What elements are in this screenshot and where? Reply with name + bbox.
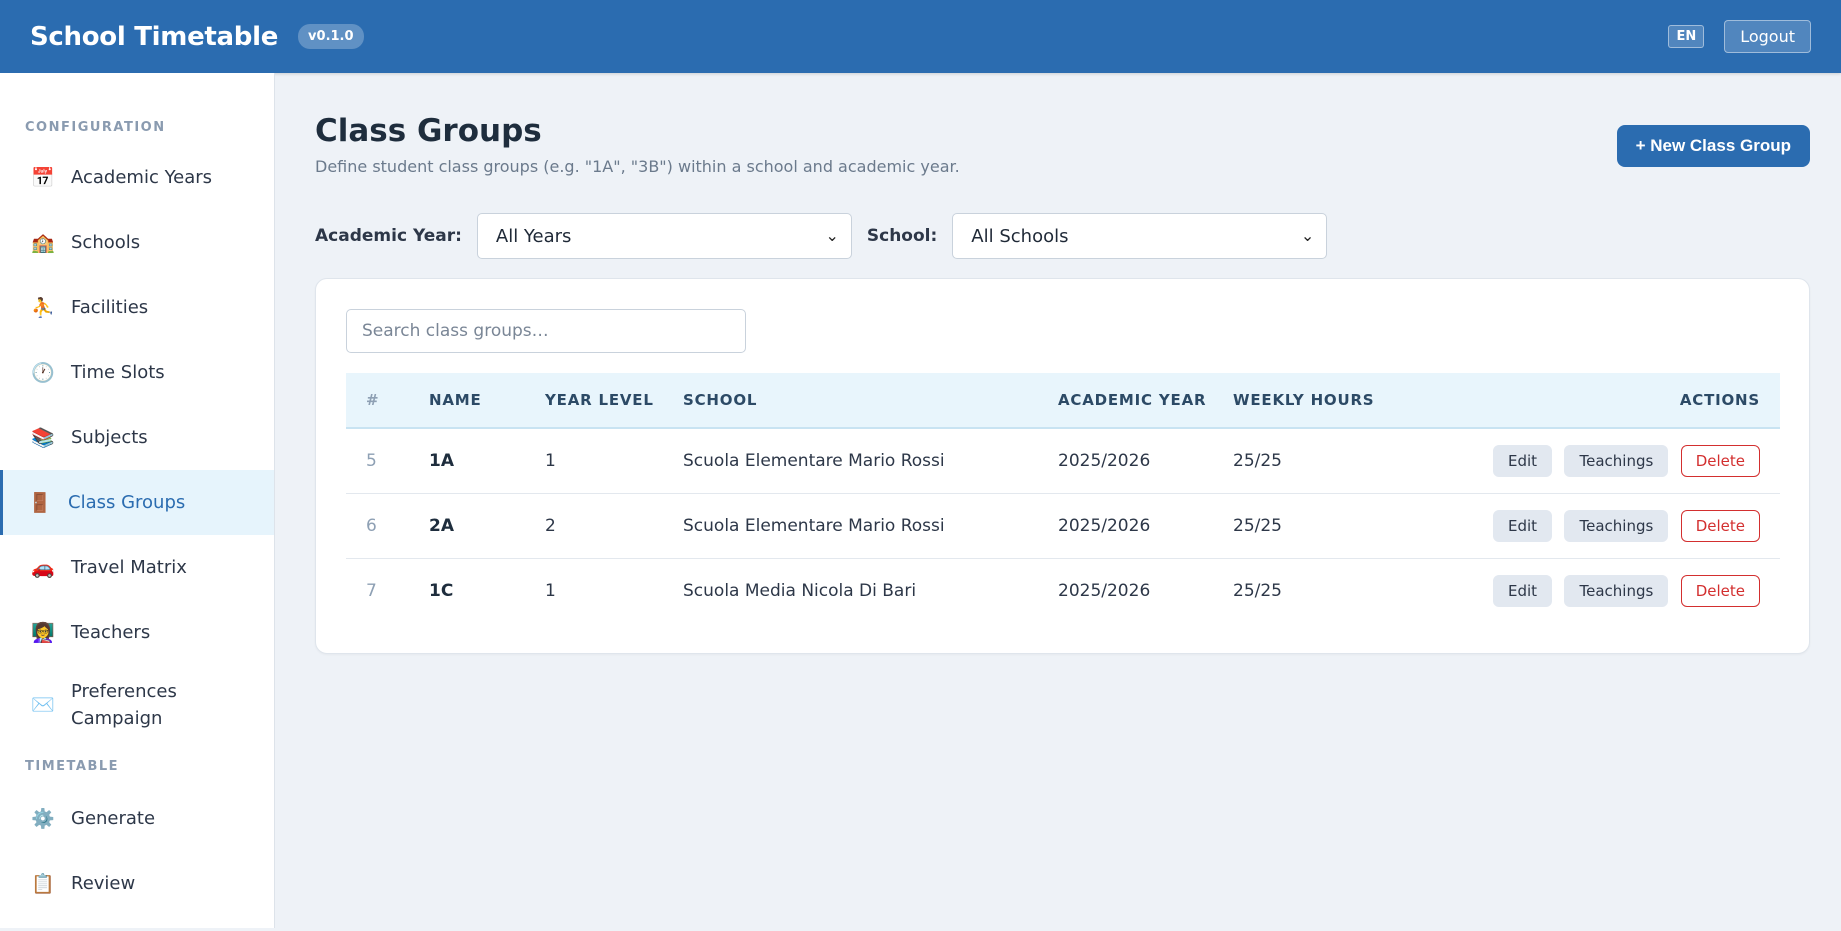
- school-icon: 🏫: [31, 232, 55, 254]
- row-actions: Edit Teachings Delete: [1433, 428, 1780, 494]
- column-header-actions: ACTIONS: [1679, 391, 1760, 409]
- language-button[interactable]: EN: [1668, 25, 1705, 48]
- delete-button[interactable]: Delete: [1680, 574, 1760, 607]
- row-school: Scuola Elementare Mario Rossi: [683, 493, 1058, 559]
- teachings-button[interactable]: Teachings: [1564, 574, 1669, 607]
- logout-button[interactable]: Logout: [1724, 20, 1811, 53]
- sidebar-section-timetable: TIMETABLE: [25, 759, 120, 774]
- car-icon: 🚗: [31, 557, 55, 579]
- sidebar-item-travel-matrix[interactable]: 🚗 Travel Matrix: [0, 535, 274, 600]
- row-name: 2A: [429, 493, 545, 559]
- row-year-level: 1: [545, 428, 683, 494]
- sidebar-item-label: Generate: [71, 808, 156, 829]
- column-header-weekly-hours: WEEKLY HOURS: [1233, 391, 1375, 409]
- sidebar-item-review[interactable]: 📋 Review: [0, 851, 274, 916]
- row-school: Scuola Elementare Mario Rossi: [683, 428, 1058, 494]
- header-actions: EN Logout: [1668, 20, 1811, 53]
- page-title: Class Groups: [315, 113, 542, 149]
- sidebar-item-label: Facilities: [71, 297, 149, 318]
- class-groups-table: # NAME YEAR LEVEL SCHOOL ACADEMIC YEAR W…: [346, 373, 1780, 623]
- row-academic-year: 2025/2026: [1058, 493, 1233, 559]
- row-school: Scuola Media Nicola Di Bari: [683, 580, 917, 601]
- column-header-name: NAME: [429, 391, 482, 409]
- delete-button[interactable]: Delete: [1680, 509, 1760, 542]
- sidebar-item-generate[interactable]: ⚙️ Generate: [0, 786, 274, 851]
- page-subtitle: Define student class groups (e.g. "1A", …: [315, 157, 960, 176]
- sidebar: CONFIGURATION 📅 Academic Years 🏫 Schools…: [0, 73, 275, 928]
- table-row: 6 2A 2 Scuola Elementare Mario Rossi 202…: [346, 493, 1780, 559]
- sidebar-item-label: Time Slots: [71, 362, 165, 383]
- delete-button[interactable]: Delete: [1680, 444, 1760, 477]
- gear-icon: ⚙️: [31, 808, 55, 830]
- teachings-button[interactable]: Teachings: [1564, 509, 1669, 542]
- top-header: School Timetable v0.1.0 EN Logout: [0, 0, 1841, 73]
- row-id: 5: [346, 428, 429, 494]
- clipboard-icon: 📋: [31, 873, 55, 895]
- app-title: School Timetable: [30, 21, 279, 52]
- sidebar-item-label: Subjects: [71, 427, 148, 448]
- teachings-button[interactable]: Teachings: [1564, 444, 1669, 477]
- class-groups-card: # NAME YEAR LEVEL SCHOOL ACADEMIC YEAR W…: [315, 278, 1810, 654]
- academic-year-filter-label: Academic Year:: [315, 226, 462, 246]
- clock-icon: 🕐: [31, 362, 55, 384]
- sidebar-item-label: Preferences Campaign: [71, 681, 177, 729]
- sidebar-item-label: Teachers: [71, 622, 151, 643]
- table-row: 7 1C 1 Scuola Media Nicola Di Bari 2025/…: [346, 558, 1780, 623]
- filters-bar: Academic Year: All Years ⌄ School: All S…: [315, 213, 1328, 259]
- row-actions: Edit Teachings Delete: [1433, 493, 1780, 559]
- sidebar-item-label: Travel Matrix: [71, 557, 187, 578]
- sidebar-item-schools[interactable]: 🏫 Schools: [0, 210, 274, 275]
- column-header-year-level: YEAR LEVEL: [545, 391, 654, 409]
- sports-icon: ⛹: [31, 297, 55, 319]
- academic-year-select[interactable]: All Years ⌄: [476, 213, 852, 259]
- row-academic-year: 2025/2026: [1058, 428, 1233, 494]
- sidebar-item-teachers[interactable]: 👩‍🏫 Teachers: [0, 600, 274, 665]
- version-badge: v0.1.0: [298, 24, 364, 49]
- door-icon: 🚪: [28, 492, 52, 514]
- row-id: 7: [366, 580, 377, 601]
- column-header-id: #: [366, 391, 380, 409]
- edit-button[interactable]: Edit: [1493, 444, 1553, 477]
- sidebar-item-label: Review: [71, 873, 136, 894]
- row-year-level: 2: [545, 493, 683, 559]
- sidebar-item-class-groups[interactable]: 🚪 Class Groups: [0, 470, 274, 535]
- row-name: 1C: [429, 580, 454, 601]
- books-icon: 📚: [31, 427, 55, 449]
- sidebar-item-academic-years[interactable]: 📅 Academic Years: [0, 145, 274, 210]
- row-weekly-hours: 25/25: [1233, 428, 1433, 494]
- sidebar-item-label: Class Groups: [68, 492, 186, 513]
- table-row: 5 1A 1 Scuola Elementare Mario Rossi 202…: [346, 428, 1780, 494]
- row-year-level: 1: [545, 580, 556, 601]
- school-select-value: All Schools: [971, 225, 1069, 247]
- chevron-down-icon: ⌄: [1300, 226, 1315, 245]
- school-select[interactable]: All Schools ⌄: [952, 213, 1328, 259]
- sidebar-item-label: Schools: [71, 232, 141, 253]
- row-weekly-hours: 25/25: [1233, 493, 1433, 559]
- column-header-school: SCHOOL: [683, 391, 758, 409]
- sidebar-item-preferences-campaign[interactable]: ✉️ Preferences Campaign: [0, 665, 274, 745]
- sidebar-section-configuration: CONFIGURATION: [25, 120, 166, 135]
- calendar-icon: 📅: [31, 167, 55, 189]
- table-header-row: # NAME YEAR LEVEL SCHOOL ACADEMIC YEAR W…: [346, 373, 1780, 428]
- row-academic-year: 2025/2026: [1058, 580, 1151, 601]
- sidebar-item-time-slots[interactable]: 🕐 Time Slots: [0, 340, 274, 405]
- row-name: 1A: [429, 428, 545, 494]
- new-class-group-button[interactable]: + New Class Group: [1616, 125, 1810, 167]
- column-header-academic-year: ACADEMIC YEAR: [1058, 391, 1207, 409]
- academic-year-select-value: All Years: [495, 225, 572, 247]
- edit-button[interactable]: Edit: [1493, 509, 1553, 542]
- search-input[interactable]: [346, 309, 746, 353]
- sidebar-item-label: Academic Years: [71, 167, 213, 188]
- row-id: 6: [346, 493, 429, 559]
- row-actions: Edit Teachings Delete: [1433, 558, 1780, 623]
- envelope-icon: ✉️: [31, 693, 55, 716]
- sidebar-item-facilities[interactable]: ⛹ Facilities: [0, 275, 274, 340]
- sidebar-item-subjects[interactable]: 📚 Subjects: [0, 405, 274, 470]
- school-filter-label: School:: [866, 226, 938, 246]
- teacher-icon: 👩‍🏫: [31, 622, 55, 644]
- edit-button[interactable]: Edit: [1493, 574, 1553, 607]
- chevron-down-icon: ⌄: [825, 226, 839, 245]
- row-weekly-hours: 25/25: [1233, 580, 1282, 601]
